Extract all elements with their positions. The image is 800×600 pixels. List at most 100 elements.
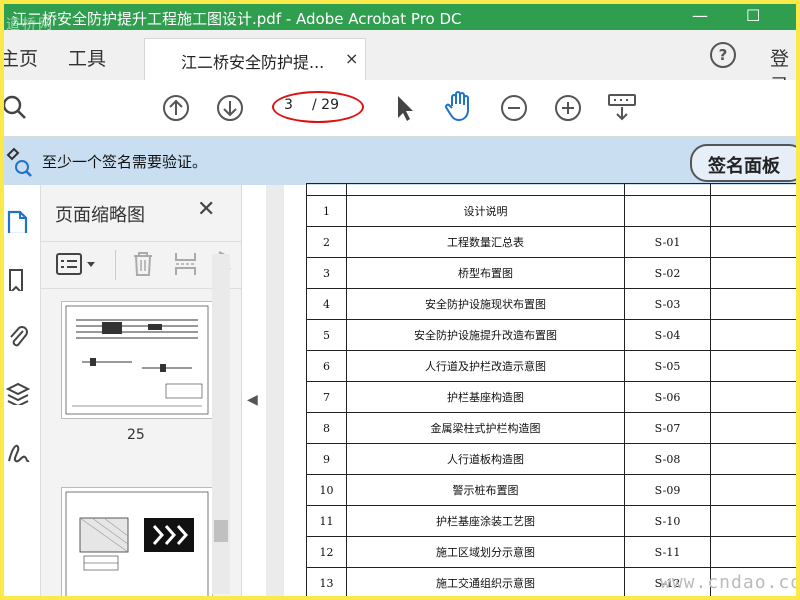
thumbnail-page-number: 25 [127,427,145,443]
table-row: 2 工程数量汇总表 S-01 [306,226,796,258]
index-cell-remark [710,443,796,475]
index-cell-remark [710,536,796,568]
index-cell-name: 安全防护设施提升改造布置图 [346,319,625,351]
table-row: 6 人行道及护栏改造示意图 S-05 [306,350,796,382]
index-cell-no: 13 [306,567,347,596]
index-cell-remark [710,319,796,351]
collapse-panel-arrow-icon[interactable]: ◀ [247,392,258,408]
index-cell-no: 5 [306,319,347,351]
index-cell-name: 施工交通组织示意图 [346,567,625,596]
minimize-button[interactable]: — [692,6,708,25]
keyboard-download-icon[interactable] [606,92,638,122]
index-cell-name: 金属梁柱式护栏构造图 [346,412,625,444]
navigation-rail [4,185,41,596]
select-cursor-icon[interactable] [394,94,416,122]
table-row: 5 安全防护设施提升改造布置图 S-04 [306,319,796,351]
thumbnails-panel-title: 页面缩略图 [55,205,145,226]
thumbnail-options-icon[interactable] [55,252,101,278]
table-row: 9 人行道板构造图 S-08 [306,443,796,475]
index-cell-code: S-11 [624,536,711,568]
help-icon[interactable]: ? [710,42,736,68]
delete-page-icon[interactable] [131,250,155,278]
layers-icon[interactable] [6,381,30,405]
title-bar: 江二桥安全防护提升工程施工图设计.pdf - Adobe Acrobat Pro… [4,4,796,33]
drawing-index-table: 1 设计说明 2 工程数量汇总表 S-01 3 桥型布置图 S-02 4 安全防护设施现状布置图 S… [306,183,796,596]
previous-page-icon[interactable] [162,94,190,122]
zoom-in-icon[interactable] [554,94,582,122]
index-cell-no: 1 [306,195,347,227]
bookmarks-icon[interactable] [6,267,30,291]
table-row: 7 护栏基座构造图 S-06 [306,381,796,413]
table-row: 8 金属梁柱式护栏构造图 S-07 [306,412,796,444]
index-cell-code: S-08 [624,443,711,475]
index-cell-remark [710,412,796,444]
acrobat-window: 江二桥安全防护提升工程施工图设计.pdf - Adobe Acrobat Pro… [4,4,796,596]
index-cell-no: 9 [306,443,347,475]
index-cell-remark [710,288,796,320]
index-cell-remark [710,474,796,506]
index-cell-no: 8 [306,412,347,444]
document-tab-label: 江二桥安全防护提... [181,53,325,72]
main-toolbar [4,80,796,137]
index-cell-code: S-03 [624,288,711,320]
tab-home[interactable]: 主页 [4,44,38,71]
attachments-icon[interactable] [6,323,30,347]
table-row: 4 安全防护设施现状布置图 S-03 [306,288,796,320]
index-cell-name: 工程数量汇总表 [346,226,625,258]
signature-panel-label: 签名面板 [708,156,780,177]
signature-verify-icon [6,147,32,177]
annotation-oval [272,91,364,123]
zoom-out-icon[interactable] [500,94,528,122]
index-cell-no: 3 [306,257,347,289]
index-cell-no: 11 [306,505,347,537]
table-row: 3 桥型布置图 S-02 [306,257,796,289]
index-cell-remark [710,195,796,227]
thumbnails-toolbar [41,241,241,289]
document-viewer: 1 设计说明 2 工程数量汇总表 S-01 3 桥型布置图 S-02 4 安全防护设施现状布置图 S… [266,183,796,596]
index-cell-code: S-04 [624,319,711,351]
index-cell-code: S-01 [624,226,711,258]
index-cell-remark [710,257,796,289]
table-row: 12 施工区域划分示意图 S-11 [306,536,796,568]
index-cell-name: 护栏基座构造图 [346,381,625,413]
index-cell-remark [710,505,796,537]
table-row: 1 设计说明 [306,195,796,227]
index-cell-code: S-02 [624,257,711,289]
hand-tool-icon[interactable] [444,90,474,124]
signature-notification-bar: 至少一个签名需要验证。 签名面板 [4,137,796,185]
index-cell-no: 10 [306,474,347,506]
site-watermark: www.cndao.com [660,572,796,593]
tab-tools[interactable]: 工具 [68,44,106,71]
thumbnail-page-26[interactable] [61,487,213,596]
index-cell-name: 警示桩布置图 [346,474,625,506]
tab-bar: 主页 工具 江二桥安全防护提... × ? 登录 [4,30,796,97]
close-panel-icon[interactable]: ✕ [197,197,215,222]
window-title: 江二桥安全防护提升工程施工图设计.pdf - Adobe Acrobat Pro… [12,10,462,28]
index-cell-name: 人行道板构造图 [346,443,625,475]
thumbnail-page-25[interactable] [61,301,213,419]
next-page-icon[interactable] [216,94,244,122]
thumbnails-scrollbar[interactable] [212,254,230,594]
drawing-preview-image [65,305,209,415]
maximize-button[interactable]: ☐ [746,6,760,25]
signatures-icon[interactable] [6,439,30,463]
extract-page-icon[interactable] [173,250,199,278]
page-number-box: 3 / 29 [272,91,364,123]
index-cell-code: S-07 [624,412,711,444]
search-icon[interactable] [4,94,28,122]
index-cell-remark [710,350,796,382]
page-thumbnails-icon[interactable] [6,209,30,233]
index-cell-remark [710,226,796,258]
document-tab[interactable]: 江二桥安全防护提... × [144,38,366,81]
index-cell-no: 6 [306,350,347,382]
index-cell-name: 设计说明 [346,195,625,227]
thumbnails-scroll-thumb[interactable] [214,520,228,542]
signature-message: 至少一个签名需要验证。 [42,153,208,171]
index-cell-name: 桥型布置图 [346,257,625,289]
close-tab-icon[interactable]: × [345,49,358,68]
index-cell-code [624,195,711,227]
signature-panel-button[interactable]: 签名面板 [690,144,796,182]
index-cell-name: 安全防护设施现状布置图 [346,288,625,320]
index-cell-code: S-10 [624,505,711,537]
index-cell-no: 4 [306,288,347,320]
